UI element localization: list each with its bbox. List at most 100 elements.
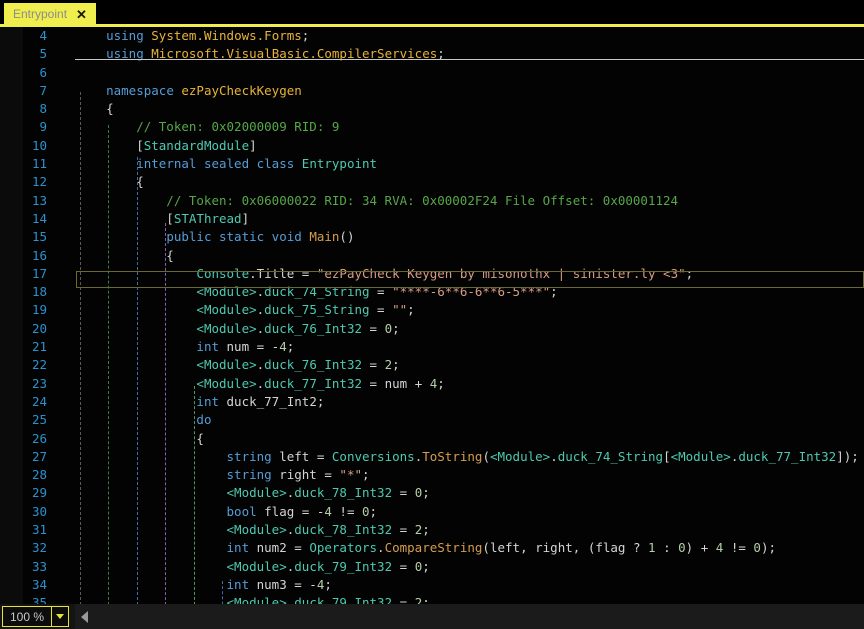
code-token: = <box>392 485 415 501</box>
line-number: 32 <box>31 540 47 556</box>
code-line-text[interactable]: public static void Main() <box>47 228 864 246</box>
code-line[interactable]: 15 public static void Main() <box>0 228 864 246</box>
code-line-text[interactable]: [STAThread] <box>47 210 864 228</box>
code-line[interactable]: 11 internal sealed class Entrypoint <box>0 155 864 173</box>
code-line-text[interactable]: using Microsoft.VisualBasic.CompilerServ… <box>47 45 864 63</box>
code-line-text[interactable]: <Module>.duck_76_Int32 = 2; <box>47 356 864 374</box>
code-line[interactable]: 32 int num2 = Operators.CompareString(le… <box>0 539 864 557</box>
code-line-text[interactable]: { <box>47 430 864 448</box>
code-line-text[interactable]: int num2 = Operators.CompareString(left,… <box>47 539 864 557</box>
code-line-text[interactable]: <Module>.duck_77_Int32 = num + 4; <box>47 375 864 393</box>
code-token: 1 <box>648 540 656 556</box>
close-icon[interactable]: ✕ <box>75 8 88 21</box>
code-line[interactable]: 29 <Module>.duck_78_Int32 = 0; <box>0 484 864 502</box>
code-line-text[interactable]: namespace ezPayCheckKeygen <box>47 82 864 100</box>
code-line-text[interactable]: <Module>.duck_76_Int32 = 0; <box>47 320 864 338</box>
code-line[interactable]: 14 [STAThread] <box>0 210 864 228</box>
code-token: duck_74_String <box>264 284 370 300</box>
line-number: 23 <box>31 375 47 391</box>
code-line[interactable]: 13 // Token: 0x06000022 RID: 34 RVA: 0x0… <box>0 192 864 210</box>
code-line-text[interactable]: <Module>.duck_78_Int32 = 2; <box>47 521 864 539</box>
code-line[interactable]: 20 <Module>.duck_76_Int32 = 0; <box>0 320 864 338</box>
code-line-text[interactable]: using System.Windows.Forms; <box>47 27 864 45</box>
code-line[interactable]: 17 Console.Title = "ezPayCheck Keygen by… <box>0 265 864 283</box>
code-line[interactable]: 35 <Module>.duck_79_Int32 = 2; <box>0 594 864 604</box>
code-token: internal sealed class <box>136 156 295 172</box>
code-line[interactable]: 5 using Microsoft.VisualBasic.CompilerSe… <box>0 45 864 63</box>
code-line[interactable]: 16 { <box>0 247 864 265</box>
code-line-text[interactable]: { <box>47 173 864 191</box>
editor-area[interactable]: 4 using System.Windows.Forms; 5 using Mic… <box>0 27 864 604</box>
code-line-text[interactable]: // Token: 0x02000009 RID: 9 <box>47 118 864 136</box>
code-line[interactable]: 26 { <box>0 430 864 448</box>
scroll-left-arrow-icon[interactable] <box>81 610 89 623</box>
code-line[interactable]: 27 string left = Conversions.ToString(<M… <box>0 448 864 466</box>
code-line[interactable]: 6 <box>0 64 864 82</box>
code-line-text[interactable]: internal sealed class Entrypoint <box>47 155 864 173</box>
code-token: Operators <box>309 540 378 556</box>
code-line-text[interactable]: <Module>.duck_78_Int32 = 0; <box>47 484 864 502</box>
code-line[interactable]: 24 int duck_77_Int2; <box>0 393 864 411</box>
code-line-text[interactable]: Console.Title = "ezPayCheck Keygen by mi… <box>47 265 864 283</box>
code-line[interactable]: 23 <Module>.duck_77_Int32 = num + 4; <box>0 375 864 393</box>
code-line[interactable]: 7 namespace ezPayCheckKeygen <box>0 82 864 100</box>
code-line-text[interactable]: do <box>47 411 864 429</box>
code-line-text[interactable]: <Module>.duck_75_String = ""; <box>47 301 864 319</box>
code-line-text[interactable]: // Token: 0x06000022 RID: 34 RVA: 0x0000… <box>47 192 864 210</box>
code-line-text[interactable]: { <box>47 100 864 118</box>
zoom-combobox[interactable]: 100 % <box>2 606 70 627</box>
code-line-text[interactable]: string left = Conversions.ToString(<Modu… <box>47 448 864 466</box>
code-token: <Module> <box>196 302 257 318</box>
horizontal-scrollbar[interactable] <box>75 604 864 629</box>
code-line[interactable]: 33 <Module>.duck_79_Int32 = 0; <box>0 558 864 576</box>
code-line-text[interactable]: int num = -4; <box>47 338 864 356</box>
code-token: Conversions <box>331 448 415 464</box>
code-token: <Module> <box>196 357 257 373</box>
code-line[interactable]: 12 { <box>0 173 864 191</box>
code-token: = - <box>286 576 317 592</box>
chevron-down-icon[interactable] <box>51 607 68 626</box>
code-token: left <box>279 448 310 464</box>
code-token: public static void <box>166 229 302 245</box>
code-token: num <box>226 339 250 355</box>
code-line[interactable]: 30 bool flag = -4 != 0; <box>0 503 864 521</box>
code-line[interactable]: 10 [StandardModule] <box>0 137 864 155</box>
code-line[interactable]: 18 <Module>.duck_74_String = "****-6**6-… <box>0 283 864 301</box>
code-line[interactable]: 34 int num3 = -4; <box>0 576 864 594</box>
code-token: , <box>520 540 536 556</box>
code-line[interactable]: 31 <Module>.duck_78_Int32 = 2; <box>0 521 864 539</box>
code-line[interactable]: 25 do <box>0 411 864 429</box>
code-line[interactable]: 9 // Token: 0x02000009 RID: 9 <box>0 118 864 136</box>
code-line[interactable]: 8 { <box>0 100 864 118</box>
code-token: = <box>362 320 385 336</box>
code-line-text[interactable]: bool flag = -4 != 0; <box>47 503 864 521</box>
tab-entrypoint[interactable]: Entrypoint ✕ <box>4 3 96 25</box>
code-line-text[interactable]: int num3 = -4; <box>47 576 864 594</box>
tab-strip: Entrypoint ✕ <box>0 0 864 27</box>
code-token: ) + <box>685 540 716 556</box>
code-scroll-area[interactable]: 4 using System.Windows.Forms; 5 using Mic… <box>0 27 864 604</box>
code-line[interactable]: 4 using System.Windows.Forms; <box>0 27 864 45</box>
code-line-text[interactable]: { <box>47 247 864 265</box>
code-line[interactable]: 22 <Module>.duck_76_Int32 = 2; <box>0 356 864 374</box>
code-line-text[interactable]: <Module>.duck_79_Int32 = 0; <box>47 558 864 576</box>
code-line-text[interactable] <box>47 64 864 82</box>
line-number: 35 <box>31 595 47 604</box>
code-line-text[interactable]: <Module>.duck_79_Int32 = 2; <box>47 594 864 604</box>
code-line[interactable]: 28 string right = "*"; <box>0 466 864 484</box>
code-line-text[interactable]: int duck_77_Int2; <box>47 393 864 411</box>
code-token: flag <box>595 540 626 556</box>
code-line-text[interactable]: [StandardModule] <box>47 137 864 155</box>
code-line[interactable]: 19 <Module>.duck_75_String = ""; <box>0 301 864 319</box>
code-line[interactable]: 21 int num = -4; <box>0 338 864 356</box>
code-token: != <box>723 540 754 556</box>
code-line-text[interactable]: string right = "*"; <box>47 466 864 484</box>
code-token: = <box>369 302 393 318</box>
code-line-text[interactable]: <Module>.duck_74_String = "****-6**6-6**… <box>47 283 864 301</box>
